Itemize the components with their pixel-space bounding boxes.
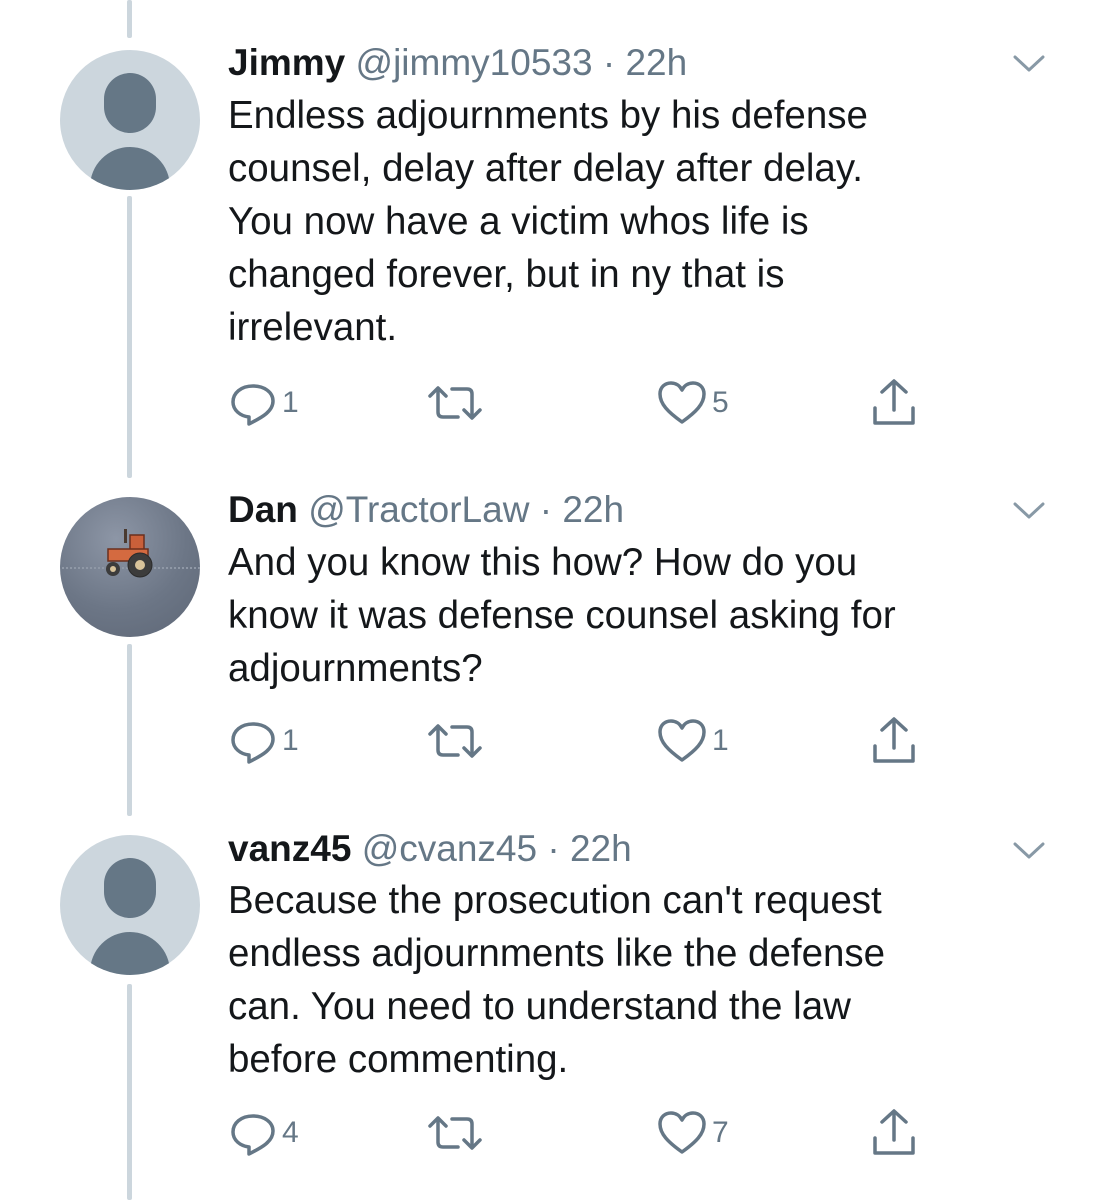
chevron-down-icon[interactable]: [1012, 53, 1046, 73]
heart-icon: [658, 1111, 706, 1154]
retweet-icon: [428, 1116, 482, 1150]
reply-count: 1: [282, 386, 299, 419]
display-name[interactable]: Jimmy: [228, 42, 345, 83]
avatar[interactable]: [60, 50, 200, 190]
reply-button[interactable]: 1: [228, 378, 299, 428]
tweet-text: Endless adjournments by his defense coun…: [228, 94, 868, 349]
share-button[interactable]: [870, 1108, 918, 1158]
like-button[interactable]: 5: [656, 378, 729, 428]
share-icon: [873, 1109, 915, 1155]
retweet-icon: [428, 724, 482, 758]
thread-line-top: [127, 0, 132, 38]
display-name[interactable]: vanz45: [228, 828, 351, 869]
tweet-text: And you know this how? How do you know i…: [228, 541, 896, 690]
like-button[interactable]: 7: [656, 1108, 729, 1158]
tweet-actions: 1 1: [228, 716, 988, 766]
timestamp[interactable]: 22h: [562, 489, 624, 530]
retweet-button[interactable]: [426, 716, 488, 766]
heart-icon: [658, 719, 706, 762]
share-icon: [873, 717, 915, 763]
reply-button[interactable]: 1: [228, 716, 299, 766]
avatar[interactable]: [60, 497, 200, 637]
reply-button[interactable]: 4: [228, 1108, 299, 1158]
user-handle[interactable]: @jimmy10533: [356, 42, 593, 83]
thread-line-2: [127, 644, 132, 816]
avatar-shoulders: [90, 147, 170, 190]
tweet-text: Because the prosecution can't request en…: [228, 879, 886, 1081]
separator-dot: ·: [602, 42, 616, 83]
share-button[interactable]: [870, 378, 918, 428]
avatar[interactable]: [60, 835, 200, 975]
tweet-header: vanz45 @cvanz45 · 22h: [228, 826, 632, 872]
separator-dot: ·: [539, 489, 553, 530]
display-name[interactable]: Dan: [228, 489, 298, 530]
retweet-icon: [428, 386, 482, 420]
reply-icon: [231, 722, 275, 764]
retweet-button[interactable]: [426, 1108, 488, 1158]
tractor-icon: [106, 529, 153, 578]
tweet-actions: 1 5: [228, 378, 988, 428]
user-handle[interactable]: @TractorLaw: [308, 489, 529, 530]
tweet-header: Jimmy @jimmy10533 · 22h: [228, 40, 687, 86]
share-icon: [873, 379, 915, 425]
tweet-actions: 4 7: [228, 1108, 988, 1158]
avatar-shoulders: [90, 932, 170, 975]
chevron-down-icon[interactable]: [1012, 840, 1046, 860]
share-button[interactable]: [870, 716, 918, 766]
retweet-button[interactable]: [426, 378, 488, 428]
chevron-down-icon[interactable]: [1012, 500, 1046, 520]
avatar-head: [104, 858, 156, 918]
separator-dot: ·: [547, 828, 560, 869]
like-button[interactable]: 1: [656, 716, 729, 766]
thread-line-1: [127, 196, 132, 478]
like-count: 7: [712, 1116, 729, 1149]
timestamp[interactable]: 22h: [625, 42, 687, 83]
tweet-header: Dan @TractorLaw · 22h: [228, 487, 624, 533]
timestamp[interactable]: 22h: [570, 828, 632, 869]
reply-count: 4: [282, 1116, 299, 1149]
like-count: 5: [712, 386, 729, 419]
reply-icon: [231, 1114, 275, 1156]
heart-icon: [658, 381, 706, 424]
reply-icon: [231, 384, 275, 426]
user-handle[interactable]: @cvanz45: [362, 828, 537, 869]
reply-count: 1: [282, 724, 299, 757]
thread-line-3: [127, 984, 132, 1200]
avatar-head: [104, 73, 156, 133]
like-count: 1: [712, 724, 729, 757]
